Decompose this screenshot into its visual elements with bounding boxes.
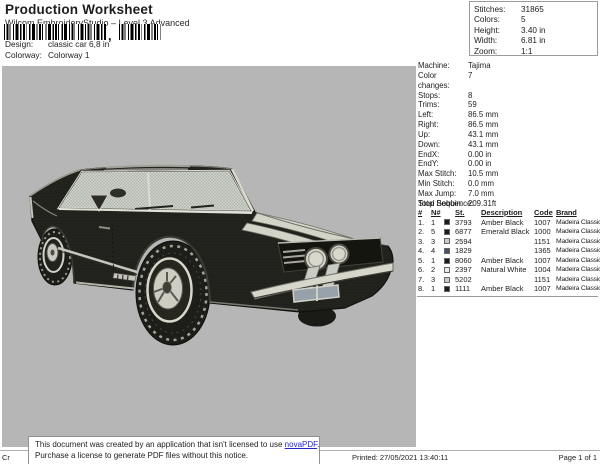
barcode-bars-icon xyxy=(4,24,106,40)
machine-row: Left:86.5 mm xyxy=(418,110,598,120)
stop-sequence-header-row: #N# St.Description CodeBrand xyxy=(418,208,599,218)
thread-color-swatch xyxy=(444,286,450,292)
stop-sequence-title: Stop Sequence: xyxy=(418,199,474,208)
thread-color-swatch xyxy=(444,238,450,244)
machine-details-panel: Machine:Tajima Color changes:7 Stops:8 T… xyxy=(418,61,598,209)
machine-row: Right:86.5 mm xyxy=(418,120,598,130)
design-barcode: , xyxy=(4,24,161,40)
machine-row: Color changes:7 xyxy=(418,71,598,91)
summary-stats-box: Stitches:31865 Colors:5 Height:3.40 in W… xyxy=(469,1,598,56)
stop-row: 2.56877Emerald Black1000Madeira Classic … xyxy=(418,227,599,237)
stat-row: Colors:5 xyxy=(474,15,597,25)
stop-row: 3.325941151Madeira Classic 40 xyxy=(418,237,599,247)
machine-row: EndX:0.00 in xyxy=(418,150,598,160)
machine-row: Min Stitch:0.0 mm xyxy=(418,179,598,189)
design-preview-canvas xyxy=(2,66,416,447)
machine-row: Max Jump:7.0 mm xyxy=(418,189,598,199)
stop-row: 7.352021151Madeira Classic 40 xyxy=(418,275,599,285)
stop-row: 6.22397Natural White1004Madeira Classic … xyxy=(418,265,599,275)
footer-left-text: Cr xyxy=(2,453,10,462)
design-label: Design: xyxy=(5,39,48,50)
machine-row: Trims:59 xyxy=(418,100,598,110)
machine-row: EndY:0.00 in xyxy=(418,159,598,169)
stop-row: 5.18060Amber Black1007Madeira Classic 40 xyxy=(418,256,599,266)
notice-line1: This document was created by an applicat… xyxy=(35,440,314,451)
thread-color-swatch xyxy=(444,229,450,235)
machine-row: Down:43.1 mm xyxy=(418,140,598,150)
machine-row: Up:43.1 mm xyxy=(418,130,598,140)
novapdf-link[interactable]: novaPDF xyxy=(285,440,317,449)
printed-timestamp: Printed: 27/05/2021 13:40:11 xyxy=(352,453,448,462)
windows-glass xyxy=(59,169,253,213)
thread-color-swatch xyxy=(444,258,450,264)
stop-row: 8.11111Amber Black1007Madeira Classic 40 xyxy=(418,284,599,294)
novapdf-license-notice: This document was created by an applicat… xyxy=(28,436,320,464)
design-row: Design: classic car 6,8 in xyxy=(5,39,109,50)
machine-row: Stops:8 xyxy=(418,91,598,101)
stop-sequence-table: #N# St.Description CodeBrand 1.13793Ambe… xyxy=(418,208,599,294)
colorway-value: Colorway 1 xyxy=(48,50,90,61)
thread-color-swatch xyxy=(444,219,450,225)
barcode-bars-icon xyxy=(119,24,161,40)
production-worksheet-page: Production Worksheet Wilcom EmbroiderySt… xyxy=(0,0,600,464)
thread-color-swatch xyxy=(444,267,450,273)
page-title: Production Worksheet xyxy=(5,2,153,17)
machine-row: Max Stitch:10.5 mm xyxy=(418,169,598,179)
stop-row: 1.13793Amber Black1007Madeira Classic 40 xyxy=(418,218,599,228)
page-number: Page 1 of 1 xyxy=(559,453,597,462)
stat-row: Width:6.81 in xyxy=(474,36,597,46)
colorway-label: Colorway: xyxy=(5,50,48,61)
classic-car-embroidery-image xyxy=(2,66,416,447)
notice-line2: Purchase a license to generate PDF files… xyxy=(35,451,314,462)
colorway-row: Colorway: Colorway 1 xyxy=(5,50,90,61)
thread-color-swatch xyxy=(444,248,450,254)
stat-row: Zoom:1:1 xyxy=(474,47,597,57)
design-value: classic car 6,8 in xyxy=(48,39,109,50)
thread-color-swatch xyxy=(444,277,450,283)
stop-row: 4.418291365Madeira Classic 40 xyxy=(418,246,599,256)
machine-row: Machine:Tajima xyxy=(418,61,598,71)
table-bottom-divider xyxy=(417,296,598,297)
stat-row: Stitches:31865 xyxy=(474,5,597,15)
stat-row: Height:3.40 in xyxy=(474,26,597,36)
